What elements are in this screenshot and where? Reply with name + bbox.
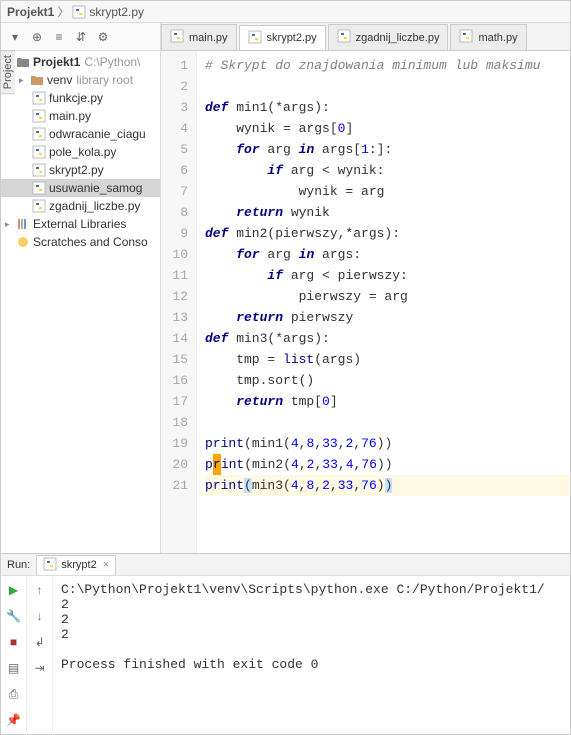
code-line[interactable]: return pierwszy (205, 307, 570, 328)
python-file-icon (31, 199, 47, 213)
code-line[interactable]: def min2(pierwszy,*args): (205, 223, 570, 244)
library-icon (15, 217, 31, 231)
folder-icon (15, 55, 31, 69)
editor-tabs: main.pyskrypt2.pyzgadnij_liczbe.pymath.p… (161, 23, 570, 51)
code-line[interactable]: # Skrypt do znajdowania minimum lub maks… (205, 55, 570, 76)
python-file-icon (31, 181, 47, 195)
run-toolbar-left: ▶ 🔧 ■ ▤ ⎙ 📌 (1, 576, 27, 735)
run-label: Run: (7, 559, 30, 571)
python-file-icon (31, 145, 47, 159)
code-line[interactable]: if arg < pierwszy: (205, 265, 570, 286)
python-file-icon (31, 109, 47, 123)
scroll-to-end-icon[interactable]: ⇥ (30, 658, 50, 678)
breadcrumb-project[interactable]: Projekt1 (7, 5, 54, 19)
pin-icon[interactable]: 📌 (4, 710, 24, 730)
code-line[interactable]: wynik = arg (205, 181, 570, 202)
editor-tab[interactable]: math.py (450, 24, 526, 50)
breadcrumb-file[interactable]: skrypt2.py (89, 5, 144, 19)
code-line[interactable]: tmp.sort() (205, 370, 570, 391)
tree-external-libs[interactable]: ▸ External Libraries (1, 215, 160, 233)
breadcrumb: Projekt1 〉 skrypt2.py (1, 1, 570, 23)
code-line[interactable]: pierwszy = arg (205, 286, 570, 307)
tree-venv[interactable]: ▸ venv library root (1, 71, 160, 89)
run-output[interactable]: C:\Python\Projekt1\venv\Scripts\python.e… (53, 576, 570, 735)
gear-icon[interactable]: ⚙ (93, 27, 113, 47)
sidebar-toolbar: ▾ ⊕ ≡ ⇵ ⚙ (1, 23, 160, 51)
code-line[interactable]: def min3(*args): (205, 328, 570, 349)
run-tab[interactable]: skrypt2 × (36, 555, 116, 575)
line-gutter: 123456789101112131415161718192021 (161, 51, 197, 553)
editor-tab[interactable]: main.py (161, 24, 237, 50)
project-dropdown-icon[interactable]: ▾ (5, 27, 25, 47)
python-file-icon (248, 30, 262, 47)
soft-wrap-icon[interactable]: ↲ (30, 632, 50, 652)
tree-scratches[interactable]: Scratches and Conso (1, 233, 160, 251)
tree-root[interactable]: ▾ Projekt1 C:\Python\ (1, 53, 160, 71)
code-line[interactable]: print(min3(4,8,2,33,76)) (205, 475, 570, 496)
python-file-icon (170, 29, 184, 46)
code-line[interactable]: if arg < wynik: (205, 160, 570, 181)
code-line[interactable]: print(min1(4,8,33,2,76)) (205, 433, 570, 454)
chevron-right-icon: 〉 (57, 3, 69, 20)
tree-file[interactable]: usuwanie_samog (1, 179, 160, 197)
tree-file[interactable]: odwracanie_ciagu (1, 125, 160, 143)
editor-tab[interactable]: skrypt2.py (239, 25, 326, 51)
stop-icon[interactable]: ■ (4, 632, 24, 652)
tree-file[interactable]: skrypt2.py (1, 161, 160, 179)
python-file-icon (459, 29, 473, 46)
expand-all-icon[interactable]: ≡ (49, 27, 69, 47)
run-tool-window: Run: skrypt2 × ▶ 🔧 ■ ▤ ⎙ 📌 ↑ ↓ ↲ ⇥ C:\Py… (1, 553, 570, 735)
code-line[interactable]: for arg in args: (205, 244, 570, 265)
code-content[interactable]: # Skrypt do znajdowania minimum lub maks… (197, 51, 570, 553)
code-line[interactable]: tmp = list(args) (205, 349, 570, 370)
python-file-icon (43, 557, 57, 574)
project-sidebar: ▾ ⊕ ≡ ⇵ ⚙ ▾ Projekt1 C:\Python\ ▸ venv l… (1, 23, 161, 553)
run-toolbar-nav: ↑ ↓ ↲ ⇥ (27, 576, 53, 735)
python-file-icon (72, 5, 86, 19)
down-icon[interactable]: ↓ (30, 606, 50, 626)
code-line[interactable]: def min1(*args): (205, 97, 570, 118)
folder-icon (29, 73, 45, 87)
layout-icon[interactable]: ▤ (4, 658, 24, 678)
tree-file[interactable]: funkcje.py (1, 89, 160, 107)
code-line[interactable] (205, 412, 570, 433)
code-line[interactable]: for arg in args[1:]: (205, 139, 570, 160)
close-icon[interactable]: × (103, 559, 109, 571)
tree-file[interactable]: main.py (1, 107, 160, 125)
project-tool-tab[interactable]: Project (0, 50, 15, 94)
code-line[interactable]: return tmp[0] (205, 391, 570, 412)
python-file-icon (337, 29, 351, 46)
python-file-icon (31, 127, 47, 141)
code-line[interactable]: wynik = args[0] (205, 118, 570, 139)
tree-file[interactable]: pole_kola.py (1, 143, 160, 161)
code-line[interactable]: print(min2(4,2,33,4,76)) (205, 454, 570, 475)
tree-file[interactable]: zgadnij_liczbe.py (1, 197, 160, 215)
rerun-icon[interactable]: ▶ (4, 580, 24, 600)
scratches-icon (15, 235, 31, 249)
print-icon[interactable]: ⎙ (4, 684, 24, 704)
code-line[interactable] (205, 76, 570, 97)
collapse-all-icon[interactable]: ⇵ (71, 27, 91, 47)
editor-tab[interactable]: zgadnij_liczbe.py (328, 24, 449, 50)
editor: main.pyskrypt2.pyzgadnij_liczbe.pymath.p… (161, 23, 570, 553)
up-icon[interactable]: ↑ (30, 580, 50, 600)
target-icon[interactable]: ⊕ (27, 27, 47, 47)
code-line[interactable]: return wynik (205, 202, 570, 223)
wrench-icon[interactable]: 🔧 (4, 606, 24, 626)
python-file-icon (31, 91, 47, 105)
python-file-icon (31, 163, 47, 177)
run-header: Run: skrypt2 × (1, 554, 570, 576)
code-area[interactable]: 123456789101112131415161718192021 # Skry… (161, 51, 570, 553)
project-tree: ▾ Projekt1 C:\Python\ ▸ venv library roo… (1, 51, 160, 553)
